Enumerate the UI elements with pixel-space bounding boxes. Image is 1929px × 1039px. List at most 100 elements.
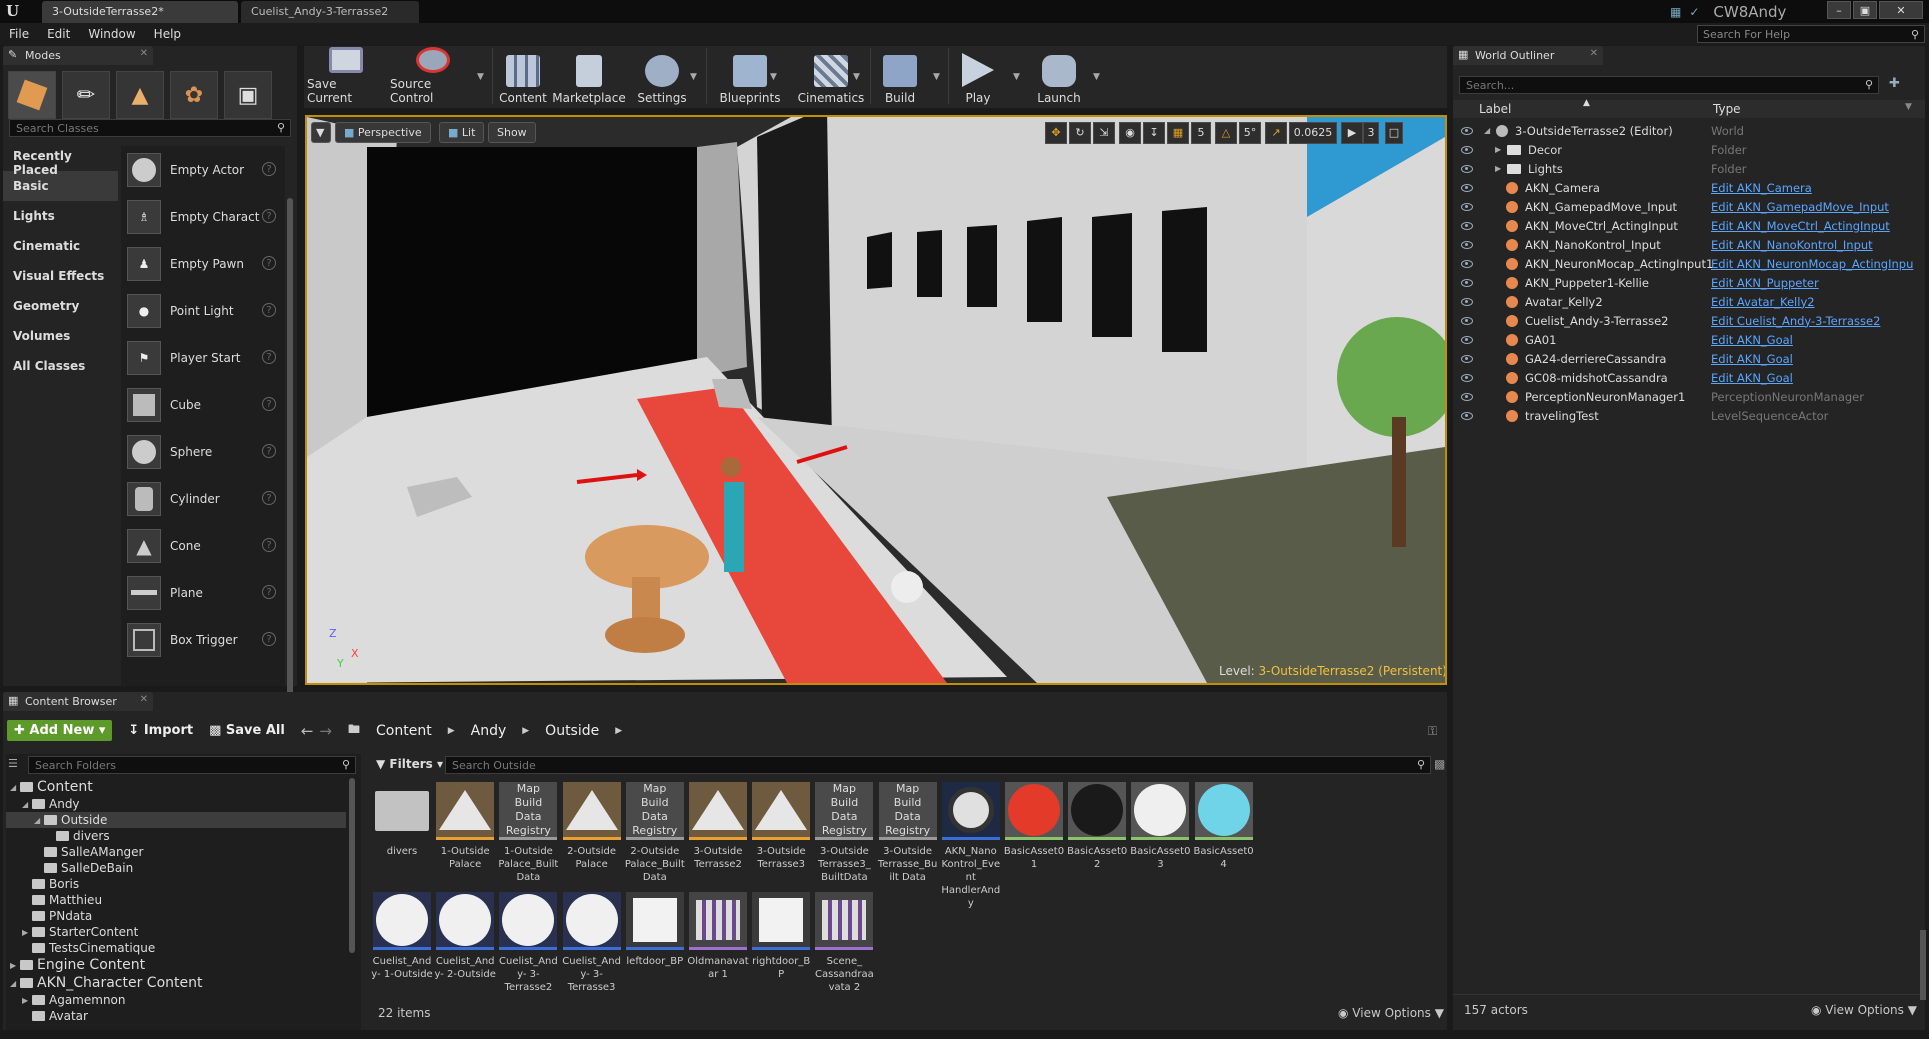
edit-blueprint-link[interactable]: Edit AKN_GamepadMove_Input	[1711, 200, 1889, 214]
source-control-button[interactable]: Source Control	[390, 47, 476, 105]
help-icon[interactable]: ?	[262, 491, 276, 505]
back-arrow-icon[interactable]: ←	[301, 722, 314, 740]
visibility-eye-icon[interactable]	[1461, 316, 1473, 325]
tree-arrow-icon[interactable]: ▶	[22, 996, 32, 1005]
landscape-mode-icon[interactable]: ▲	[116, 71, 164, 119]
folder-tree-item[interactable]: ▶ Engine Content	[6, 956, 346, 974]
menu-edit[interactable]: Edit	[38, 27, 79, 41]
folder-tree-item[interactable]: TestsCinematique	[6, 940, 346, 956]
edit-blueprint-link[interactable]: Edit AKN_MoveCtrl_ActingInput	[1711, 219, 1890, 233]
collapsed-arrow-icon[interactable]: ▶	[1495, 164, 1507, 173]
cinematics-dropdown-icon[interactable]: ▼	[853, 72, 860, 82]
notification-icon[interactable]: ▦	[1670, 5, 1681, 19]
outliner-row[interactable]: GA24-derriereCassandra Edit AKN_Goal	[1453, 349, 1925, 368]
folder-tree-item[interactable]: divers	[6, 828, 346, 844]
outliner-row[interactable]: GC08-midshotCassandra Edit AKN_Goal	[1453, 368, 1925, 387]
asset-tile[interactable]: BasicAsset02	[1066, 782, 1128, 871]
asset-tile[interactable]: Oldmanavatar 1	[687, 892, 749, 981]
rotate-tool-icon[interactable]: ↻	[1069, 122, 1091, 144]
save-all-button[interactable]: ▩ Save All	[209, 723, 285, 738]
help-icon[interactable]: ?	[262, 350, 276, 364]
expanded-arrow-icon[interactable]: ◢	[1484, 126, 1496, 135]
content-button[interactable]: Content	[497, 47, 549, 105]
outliner-row[interactable]: travelingTest LevelSequenceActor	[1453, 406, 1925, 425]
build-button[interactable]: Build	[874, 47, 926, 105]
asset-tile[interactable]: 3-Outside Terrasse3	[750, 782, 812, 871]
save-search-icon[interactable]: ▩	[1434, 757, 1445, 771]
edit-blueprint-link[interactable]: Edit AKN_Camera	[1711, 181, 1812, 195]
outliner-row[interactable]: GA01 Edit AKN_Goal	[1453, 330, 1925, 349]
settings-dropdown-icon[interactable]: ▼	[690, 72, 697, 82]
tree-arrow-icon[interactable]: ◢	[10, 783, 20, 792]
asset-tile[interactable]: Map Build Data Registry 2-Outside Palace_…	[624, 782, 686, 884]
camera-speed-icon[interactable]: ▶	[1341, 122, 1363, 144]
outliner-search-input[interactable]: Search... ⚲	[1459, 76, 1879, 94]
scale-tool-icon[interactable]: ⇲	[1093, 122, 1115, 144]
visibility-eye-icon[interactable]	[1461, 259, 1473, 268]
actor-sphere[interactable]: Sphere?	[121, 428, 285, 475]
camera-speed-value[interactable]: 3	[1363, 122, 1379, 144]
breadcrumb-andy[interactable]: Andy	[471, 723, 507, 739]
category-recently-placed[interactable]: Recently Placed	[3, 141, 118, 177]
menu-help[interactable]: Help	[145, 27, 190, 41]
grid-snap-icon[interactable]: ▦	[1167, 122, 1189, 144]
actor-point-light[interactable]: ● Point Light?	[121, 287, 285, 334]
help-icon[interactable]: ?	[262, 397, 276, 411]
visibility-eye-icon[interactable]	[1461, 297, 1473, 306]
paint-mode-icon[interactable]: ✏	[62, 71, 110, 119]
asset-tile[interactable]: divers	[371, 782, 433, 858]
scale-snap-icon[interactable]: ↗	[1265, 122, 1287, 144]
scale-snap-value[interactable]: 0.0625	[1289, 122, 1337, 144]
column-label[interactable]: Label	[1479, 102, 1511, 116]
asset-tile[interactable]: Map Build Data Registry 3-Outside Terrass…	[813, 782, 875, 884]
rotation-snap-value[interactable]: 5°	[1239, 122, 1261, 144]
visibility-eye-icon[interactable]	[1461, 354, 1473, 363]
outliner-add-icon[interactable]: ✚	[1889, 76, 1900, 91]
perspective-button[interactable]: ■ Perspective	[335, 122, 431, 143]
breadcrumb-arrow-icon[interactable]: ▶	[615, 726, 622, 736]
surface-snap-icon[interactable]: ↧	[1143, 122, 1165, 144]
translate-tool-icon[interactable]: ✥	[1045, 122, 1067, 144]
help-icon[interactable]: ?	[262, 444, 276, 458]
actor-box-trigger[interactable]: Box Trigger?	[121, 616, 285, 663]
world-space-icon[interactable]: ◉	[1119, 122, 1141, 144]
tree-arrow-icon[interactable]: ◢	[34, 816, 44, 825]
actor-plane[interactable]: Plane?	[121, 569, 285, 616]
import-button[interactable]: ↧ Import	[128, 723, 193, 738]
category-visual-effects[interactable]: Visual Effects	[3, 261, 118, 291]
play-button[interactable]: Play	[952, 47, 1004, 105]
collapsed-arrow-icon[interactable]: ▶	[1495, 145, 1507, 154]
document-tab-level[interactable]: 3-OutsideTerrasse2*	[42, 1, 238, 23]
actor-empty-character[interactable]: ♗ Empty Charact?	[121, 193, 285, 240]
place-mode-icon[interactable]	[8, 71, 56, 119]
search-folders-input[interactable]: Search Folders ⚲	[28, 756, 356, 774]
folder-tree-item[interactable]: ◢ Outside	[6, 812, 346, 828]
tree-arrow-icon[interactable]: ◢	[22, 800, 32, 809]
asset-tile[interactable]: rightdoor_BP	[750, 892, 812, 981]
folder-tree-item[interactable]: ▶ Agamemnon	[6, 992, 346, 1008]
outliner-row[interactable]: PerceptionNeuronManager1 PerceptionNeuron…	[1453, 387, 1925, 406]
actor-empty-pawn[interactable]: ♟ Empty Pawn?	[121, 240, 285, 287]
forward-arrow-icon[interactable]: →	[319, 722, 332, 740]
asset-tile[interactable]: 1-Outside Palace	[434, 782, 496, 871]
launch-button[interactable]: Launch	[1030, 47, 1088, 105]
asset-tile[interactable]: leftdoor_BP	[624, 892, 686, 968]
close-tab-icon[interactable]: ✕	[1590, 48, 1598, 59]
folder-tree-item[interactable]: ▶ StarterContent	[6, 924, 346, 940]
level-viewport[interactable]: ▼ ■ Perspective ■ Lit Show ✥ ↻ ⇲ ◉ ↧ ▦ 5…	[305, 115, 1447, 685]
blueprints-button[interactable]: Blueprints	[710, 47, 790, 105]
breadcrumb-arrow-icon[interactable]: ▶	[522, 726, 529, 736]
help-search-input[interactable]: Search For Help ⚲	[1697, 25, 1925, 43]
lock-icon[interactable]: ⚿	[1428, 724, 1437, 739]
edit-blueprint-link[interactable]: Edit AKN_NeuronMocap_ActingInpu	[1711, 257, 1913, 271]
asset-tile[interactable]: Map Build Data Registry 1-Outside Palace_…	[497, 782, 559, 884]
tree-arrow-icon[interactable]: ◢	[10, 979, 20, 988]
edit-blueprint-link[interactable]: Edit AKN_Goal	[1711, 333, 1793, 347]
category-lights[interactable]: Lights	[3, 201, 118, 231]
tree-arrow-icon[interactable]: ▶	[22, 928, 32, 937]
visibility-eye-icon[interactable]	[1461, 183, 1473, 192]
column-type[interactable]: Type	[1713, 102, 1741, 116]
outliner-row[interactable]: AKN_NanoKontrol_Input Edit AKN_NanoKontro…	[1453, 235, 1925, 254]
outliner-row[interactable]: AKN_Puppeter1-Kellie Edit AKN_Puppeter	[1453, 273, 1925, 292]
asset-tile[interactable]: 3-Outside Terrasse2	[687, 782, 749, 871]
